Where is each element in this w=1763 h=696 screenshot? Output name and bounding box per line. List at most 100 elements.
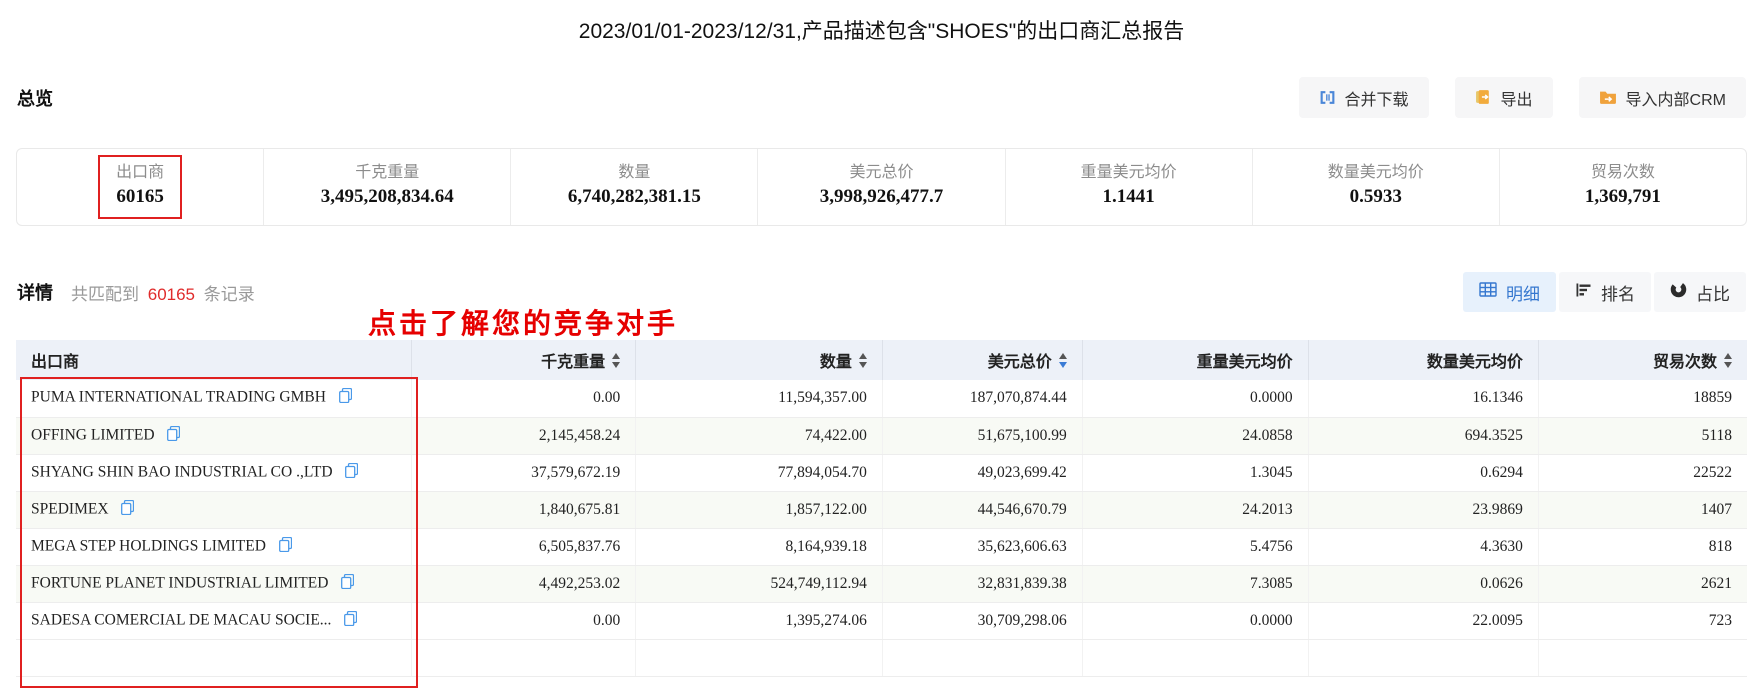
exporter-cell[interactable]: SHYANG SHIN BAO INDUSTRIAL CO .,LTD [16,454,413,492]
col-exporter: 出口商 [16,340,413,380]
stat-label: 数量 [618,164,651,182]
overview-stat: 出口商 60165 [17,149,263,225]
cell-quantity: 11,594,357.00 [635,380,883,418]
pie-chart-icon [1670,281,1687,303]
cell-kg-weight: 2,145,458.24 [411,417,637,455]
col-usd-per-weight: 重量美元均价 [1082,340,1309,380]
view-toggle-group: 明细 排名 占比 [1463,272,1746,312]
copy-icon[interactable] [278,536,292,556]
match-count: 60165 [147,284,196,304]
cell-usd-total [882,639,1083,677]
exporter-table: 出口商 千克重量 数量 美元总价 重量美元均价 数量美元均价 贸易次数 PUMA… [16,340,1747,677]
sort-icon-usd-total-desc-active[interactable] [1058,352,1067,368]
cell-usd-per-quantity: 4.3630 [1308,528,1539,566]
toggle-share-view[interactable]: 占比 [1654,272,1746,312]
exporter-name[interactable]: SHYANG SHIN BAO INDUSTRIAL CO .,LTD [31,463,333,480]
exporter-cell[interactable]: PUMA INTERNATIONAL TRADING GMBH [16,380,413,418]
col-trade-count[interactable]: 贸易次数 [1538,340,1747,380]
stat-label: 美元总价 [849,164,914,182]
exporter-name[interactable]: OFFING LIMITED [31,426,155,443]
export-icon [1475,89,1492,106]
exporter-cell[interactable]: MEGA STEP HOLDINGS LIMITED [16,528,413,566]
table-row: SHYANG SHIN BAO INDUSTRIAL CO .,LTD 37,5… [16,454,1747,492]
stat-value: 6,740,282,381.15 [567,186,701,208]
cell-usd-total: 49,023,699.42 [882,454,1083,492]
export-button[interactable]: 导出 [1454,77,1553,118]
exporter-cell[interactable] [16,639,413,677]
col-usd-per-quantity: 数量美元均价 [1308,340,1539,380]
stat-label: 千克重量 [355,164,420,182]
toggle-detail-label: 明细 [1506,284,1540,304]
copy-icon[interactable] [345,462,359,482]
page-title: 2023/01/01-2023/12/31,产品描述包含"SHOES"的出口商汇… [578,20,1185,43]
cell-usd-total: 32,831,839.38 [882,565,1083,603]
exporter-name[interactable]: SADESA COMERCIAL DE MACAU SOCIE... [31,611,331,628]
overview-header: 总览 合并下载 导出 导入内部CRM [0,77,1763,118]
cell-usd-total: 51,675,100.99 [882,417,1083,455]
table-row: MEGA STEP HOLDINGS LIMITED 6,505,837.76 … [16,528,1747,566]
cell-quantity: 74,422.00 [635,417,883,455]
col-quantity[interactable]: 数量 [635,340,883,380]
exporter-cell[interactable]: FORTUNE PLANET INDUSTRIAL LIMITED [16,565,413,603]
cell-usd-per-quantity: 23.9869 [1308,491,1539,529]
exporter-name[interactable]: SPEDIMEX [31,500,109,517]
overview-stat: 数量 6,740,282,381.15 [510,149,757,225]
table-row: FORTUNE PLANET INDUSTRIAL LIMITED 4,492,… [16,565,1747,603]
cell-usd-per-quantity: 0.0626 [1308,565,1539,603]
stat-value: 1,369,791 [1584,186,1661,208]
ranking-bars-icon [1575,282,1592,303]
cell-trade-count: 2621 [1538,565,1747,603]
cell-trade-count: 18859 [1538,380,1747,418]
cell-trade-count: 1407 [1538,491,1747,529]
export-label: 导出 [1500,91,1533,109]
exporter-cell[interactable]: SPEDIMEX [16,491,413,529]
cell-trade-count: 723 [1538,602,1747,640]
cell-usd-per-weight: 5.4756 [1082,528,1309,566]
table-row: OFFING LIMITED 2,145,458.24 74,422.00 51… [16,417,1747,455]
cell-kg-weight: 6,505,837.76 [411,528,637,566]
match-prefix: 共匹配到 [71,284,139,304]
stat-value: 60165 [116,186,164,208]
exporter-name[interactable]: PUMA INTERNATIONAL TRADING GMBH [31,389,326,406]
copy-icon[interactable] [121,499,135,519]
import-crm-label: 导入内部CRM [1625,91,1726,109]
cell-quantity: 1,395,274.06 [635,602,883,640]
toggle-share-label: 占比 [1696,284,1730,304]
copy-icon[interactable] [338,388,352,407]
toggle-ranking-view[interactable]: 排名 [1559,272,1651,312]
cell-usd-per-weight: 7.3085 [1082,565,1309,603]
exporter-cell[interactable]: OFFING LIMITED [16,417,413,455]
copy-icon[interactable] [344,610,358,630]
exporter-name[interactable]: MEGA STEP HOLDINGS LIMITED [31,537,266,554]
toggle-detail-view[interactable]: 明细 [1463,272,1556,312]
cell-trade-count: 5118 [1538,417,1747,455]
match-suffix: 条记录 [203,284,255,304]
overview-stat: 重量美元均价 1.1441 [1004,149,1252,225]
copy-icon[interactable] [341,573,355,593]
copy-icon[interactable] [167,425,181,445]
cell-kg-weight: 37,579,672.19 [411,454,637,492]
cell-usd-per-weight: 24.0858 [1082,417,1309,455]
cell-trade-count: 818 [1538,528,1747,566]
cell-usd-per-weight [1082,639,1309,677]
sort-icon-kg[interactable] [612,352,621,368]
cell-kg-weight [411,639,637,677]
exporter-name[interactable]: FORTUNE PLANET INDUSTRIAL LIMITED [31,574,328,591]
cell-usd-per-quantity: 22.0095 [1308,602,1539,640]
sort-icon-quantity[interactable] [858,352,867,368]
cell-usd-total: 187,070,874.44 [882,380,1083,418]
overview-stat: 贸易次数 1,369,791 [1498,149,1746,225]
col-usd-total[interactable]: 美元总价 [882,340,1083,380]
col-kg-weight[interactable]: 千克重量 [411,340,637,380]
stat-label: 数量美元均价 [1327,164,1424,182]
merge-download-button[interactable]: 合并下载 [1298,77,1429,118]
cell-kg-weight: 1,840,675.81 [411,491,637,529]
overview-stat: 美元总价 3,998,926,477.7 [757,149,1004,225]
table-row: PUMA INTERNATIONAL TRADING GMBH 0.00 11,… [16,380,1747,418]
sort-icon-trade-count[interactable] [1724,352,1732,368]
overview-stats: 出口商 60165 千克重量 3,495,208,834.64 数量 6,740… [16,148,1747,226]
overview-stat: 千克重量 3,495,208,834.64 [263,149,510,225]
exporter-cell[interactable]: SADESA COMERCIAL DE MACAU SOCIE... [16,602,413,640]
detail-header: 详情 共匹配到 60165 条记录 明细 排名 占比 [0,272,1763,312]
import-crm-button[interactable]: 导入内部CRM [1578,77,1746,118]
